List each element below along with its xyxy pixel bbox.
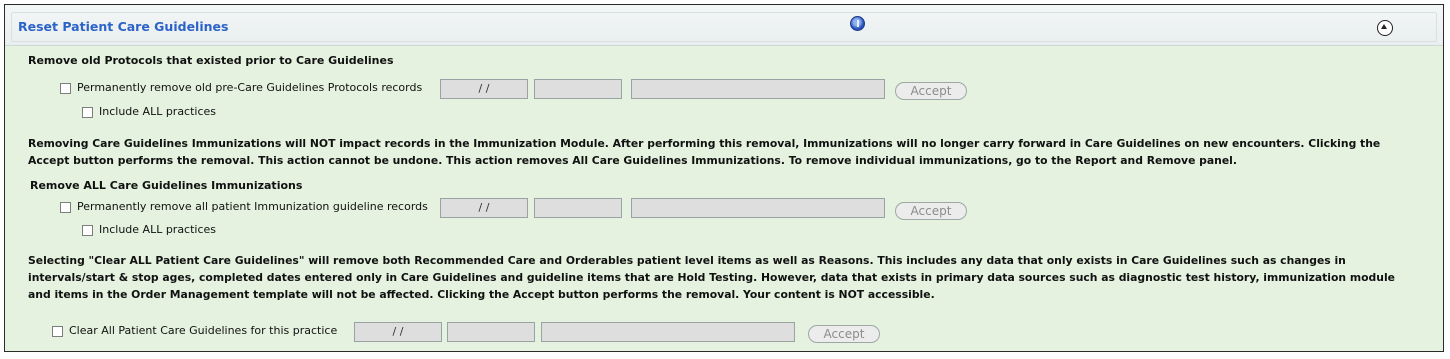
immunizations-user-field[interactable] — [534, 198, 622, 218]
protocols-include-all-checkbox[interactable] — [82, 107, 93, 118]
protocols-remove-label: Permanently remove old pre-Care Guidelin… — [77, 81, 423, 94]
protocols-heading: Remove old Protocols that existed prior … — [28, 54, 394, 67]
clear-all-accept-button[interactable]: Accept — [808, 325, 880, 343]
clear-all-user-field[interactable] — [447, 322, 535, 342]
clear-all-description-field[interactable] — [541, 322, 795, 342]
panel-title: Reset Patient Care Guidelines — [18, 19, 229, 34]
panel-header: Reset Patient Care Guidelines — [5, 5, 1443, 46]
immunizations-remove-label: Permanently remove all patient Immunizat… — [77, 200, 428, 213]
clear-all-label: Clear All Patient Care Guidelines for th… — [69, 324, 338, 337]
protocols-date-field[interactable]: / / — [440, 79, 528, 99]
immunizations-description-field[interactable] — [631, 198, 885, 218]
clear-all-checkbox[interactable] — [52, 326, 63, 337]
protocols-user-field[interactable] — [534, 79, 622, 99]
immunizations-include-all-checkbox[interactable] — [82, 225, 93, 236]
protocols-include-all-label: Include ALL practices — [99, 105, 217, 118]
clear-all-info-text: Selecting "Clear ALL Patient Care Guidel… — [28, 254, 1395, 301]
immunizations-info-text: Removing Care Guidelines Immunizations w… — [28, 137, 1381, 167]
protocols-accept-button[interactable]: Accept — [895, 82, 967, 100]
reset-care-guidelines-panel: Reset Patient Care Guidelines Remove old… — [4, 4, 1444, 352]
collapse-up-icon[interactable] — [1377, 20, 1393, 36]
immunizations-remove-checkbox[interactable] — [60, 202, 71, 213]
clear-all-date-field[interactable]: / / — [354, 322, 442, 342]
immunizations-include-all-label: Include ALL practices — [99, 223, 217, 236]
immunizations-accept-button[interactable]: Accept — [895, 202, 967, 220]
immunizations-date-field[interactable]: / / — [440, 198, 528, 218]
info-icon[interactable] — [850, 16, 865, 31]
protocols-description-field[interactable] — [631, 79, 885, 99]
protocols-remove-checkbox[interactable] — [60, 83, 71, 94]
immunizations-heading: Remove ALL Care Guidelines Immunizations — [30, 179, 303, 192]
